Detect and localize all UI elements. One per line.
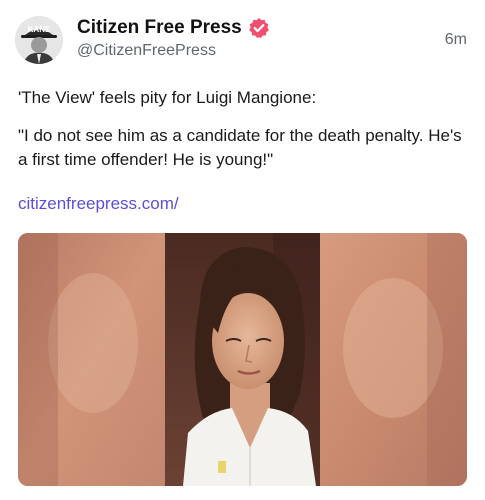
post-quote: "I do not see him as a candidate for the…	[18, 126, 462, 169]
avatar-image: KANE	[15, 16, 63, 64]
post-timestamp[interactable]: 6m	[445, 31, 467, 49]
verified-badge-icon	[248, 17, 270, 39]
post-link[interactable]: citizenfreepress.com/	[18, 194, 179, 214]
post-video-thumbnail[interactable]	[18, 233, 467, 486]
author-name[interactable]: Citizen Free Press	[77, 17, 270, 39]
avatar[interactable]: KANE	[15, 16, 63, 64]
author-name-text: Citizen Free Press	[77, 17, 242, 38]
author-handle[interactable]: @CitizenFreePress	[77, 42, 216, 60]
post-card[interactable]: KANE Citizen Free Press @CitizenFreePres…	[0, 0, 485, 500]
avatar-label: KANE	[28, 25, 51, 34]
video-frame-image	[18, 233, 467, 486]
post-text: 'The View' feels pity for Luigi Mangione…	[18, 88, 317, 107]
